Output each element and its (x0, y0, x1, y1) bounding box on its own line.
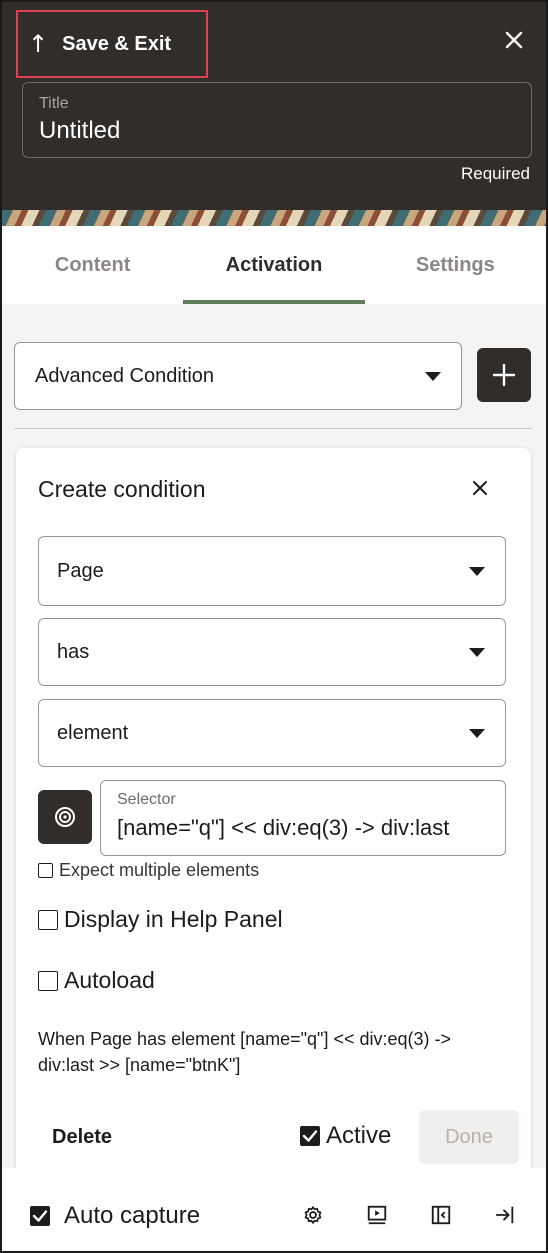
operator-value: has (57, 640, 90, 663)
condition-type-select[interactable]: Advanced Condition (14, 342, 462, 410)
expect-multiple-label: Expect multiple elements (59, 860, 260, 880)
title-field-value[interactable]: Untitled (39, 117, 515, 145)
required-hint: Required (461, 164, 530, 183)
title-field[interactable]: Title Untitled (22, 82, 532, 158)
active-checkbox[interactable] (300, 1126, 320, 1146)
autoload-checkbox[interactable] (38, 970, 58, 991)
panel-header: ↑ Save & Exit Title Untitled Required (2, 2, 546, 210)
arrow-up-icon: ↑ (28, 30, 49, 58)
dock-panel-icon[interactable] (428, 1202, 454, 1228)
save-exit-label: Save & Exit (62, 32, 172, 55)
checkmark-icon (32, 1209, 47, 1222)
add-condition-button[interactable] (477, 348, 531, 402)
gear-icon[interactable] (300, 1202, 326, 1228)
plus-icon (492, 363, 516, 387)
operator-select[interactable]: has (38, 618, 506, 686)
subject-select[interactable]: Page (38, 536, 506, 606)
auto-capture-checkbox[interactable] (30, 1206, 50, 1226)
tab-settings[interactable]: Settings (365, 226, 546, 304)
card-title: Create condition (38, 476, 206, 502)
decorative-banner (2, 210, 546, 226)
preview-icon[interactable] (364, 1202, 390, 1228)
autoload-label: Autoload (64, 967, 155, 993)
active-checkbox-row[interactable]: Active (300, 1122, 391, 1150)
auto-capture-row[interactable]: Auto capture (30, 1202, 200, 1230)
checkmark-icon (302, 1129, 317, 1142)
condition-type-value: Advanced Condition (35, 364, 215, 387)
panel-footer: Auto capture (2, 1168, 546, 1251)
title-field-label: Title (39, 95, 69, 112)
divider (14, 428, 532, 429)
element-picker-button[interactable] (38, 790, 92, 844)
create-condition-card: Create condition Page has element Select… (16, 448, 531, 1178)
editor-panel: ↑ Save & Exit Title Untitled Required Co… (0, 0, 548, 1253)
chevron-down-icon (469, 648, 485, 657)
active-label: Active (326, 1122, 392, 1149)
chevron-down-icon (469, 567, 485, 576)
subject-value: Page (57, 559, 104, 582)
display-help-panel-row[interactable]: Display in Help Panel (38, 906, 283, 933)
selector-field[interactable]: Selector (100, 780, 506, 856)
tab-bar: Content Activation Settings (2, 226, 546, 304)
save-exit-button[interactable]: ↑ Save & Exit (16, 10, 208, 78)
selector-input[interactable] (117, 815, 489, 841)
selector-label: Selector (117, 791, 176, 808)
object-select[interactable]: element (38, 699, 506, 767)
chevron-down-icon (469, 729, 485, 738)
expect-multiple-checkbox-row[interactable]: Expect multiple elements (38, 860, 259, 881)
exit-icon[interactable] (492, 1202, 518, 1228)
condition-summary: When Page has element [name="q"] << div:… (38, 1029, 452, 1075)
expect-multiple-checkbox[interactable] (38, 863, 53, 878)
tab-activation[interactable]: Activation (183, 226, 365, 304)
autoload-row[interactable]: Autoload (38, 967, 155, 994)
close-icon[interactable] (466, 474, 494, 502)
object-value: element (57, 721, 129, 744)
display-help-panel-checkbox[interactable] (38, 909, 58, 930)
target-icon (55, 807, 75, 827)
done-button[interactable]: Done (419, 1110, 519, 1164)
chevron-down-icon (425, 372, 441, 381)
display-help-panel-label: Display in Help Panel (64, 906, 283, 932)
auto-capture-label: Auto capture (64, 1202, 201, 1229)
delete-button[interactable]: Delete (38, 1120, 126, 1155)
tab-content[interactable]: Content (2, 226, 183, 304)
close-icon[interactable] (500, 26, 528, 54)
